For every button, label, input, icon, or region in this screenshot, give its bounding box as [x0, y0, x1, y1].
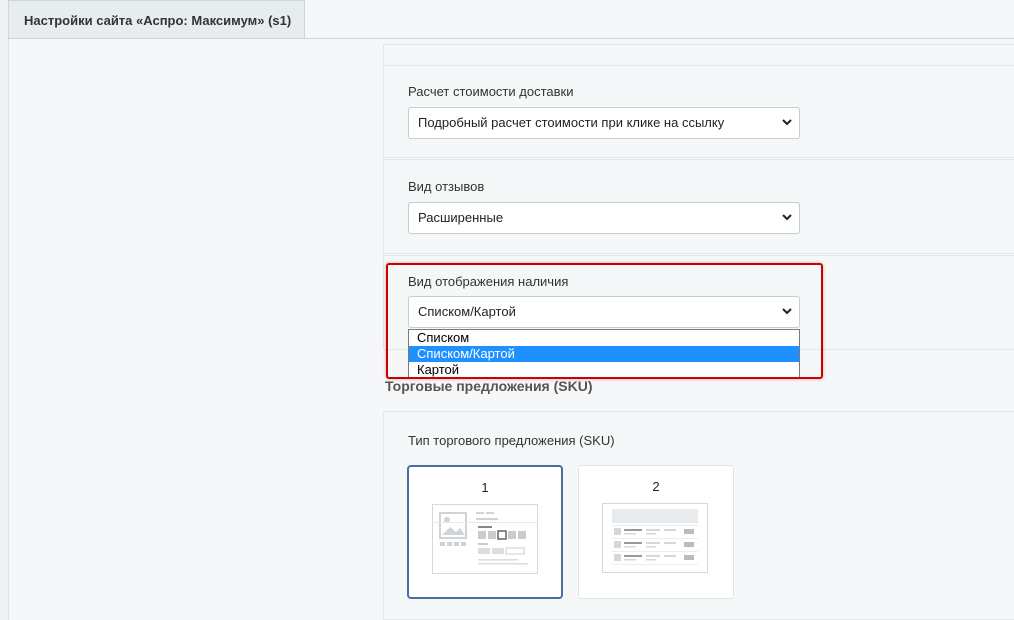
sku-option-number: 2 [652, 479, 660, 494]
highlight-frame [386, 263, 823, 379]
sku-layout-1-preview-icon [432, 504, 538, 574]
chevron-down-icon [781, 108, 793, 138]
delivery-select-value: Подробный расчет стоимости при клике на … [418, 115, 725, 130]
tab-site-settings[interactable]: Настройки сайта «Аспро: Максимум» (s1) [8, 0, 305, 38]
sku-layout-2-preview-icon [602, 503, 708, 573]
delivery-label: Расчет стоимости доставки [408, 84, 574, 99]
sku-option-2[interactable]: 2 [578, 465, 734, 599]
tab-bar-fill [305, 0, 1014, 38]
reviews-label: Вид отзывов [408, 179, 485, 194]
sku-option-number: 1 [481, 480, 489, 495]
reviews-select-value: Расширенные [418, 210, 504, 225]
sku-section-title: Торговые предложения (SKU) [385, 378, 593, 394]
reviews-select[interactable]: Расширенные [408, 202, 800, 234]
settings-card-previous [383, 44, 1014, 66]
delivery-select[interactable]: Подробный расчет стоимости при клике на … [408, 107, 800, 139]
sku-option-1[interactable]: 1 [407, 465, 563, 599]
chevron-down-icon [781, 203, 793, 233]
sku-type-label: Тип торгового предложения (SKU) [408, 433, 615, 448]
top-bar: Настройки сайта «Аспро: Максимум» (s1) [0, 0, 1014, 41]
